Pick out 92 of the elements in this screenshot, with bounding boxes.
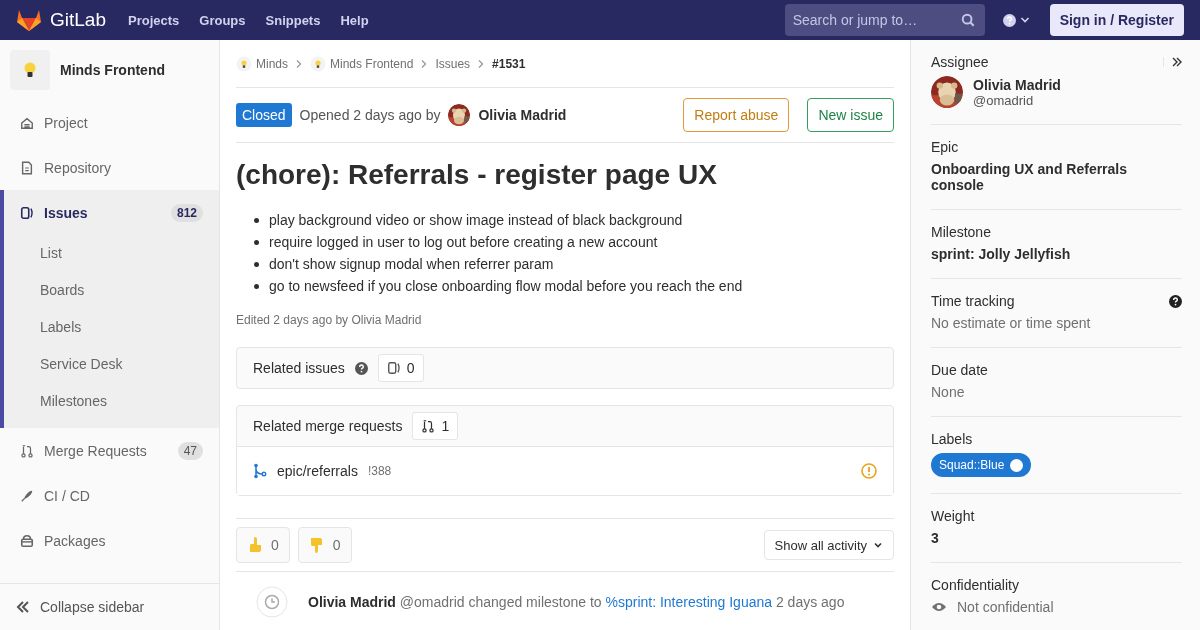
- thumbs-down-icon: [308, 536, 325, 554]
- sign-in-button[interactable]: Sign in / Register: [1049, 4, 1184, 36]
- status-badge: Closed: [236, 103, 292, 127]
- bullet-icon: [254, 217, 259, 223]
- sidebar-item[interactable]: Packages: [0, 518, 219, 563]
- panel-title: Related issues: [253, 360, 345, 376]
- opened-text: Opened 2 days ago by: [299, 107, 441, 123]
- chevron-right-icon: [296, 59, 302, 68]
- chevron-down-icon: [873, 540, 883, 550]
- merge-request-ref: !388: [367, 464, 393, 478]
- description-item: require logged in user to log out before creating a new account: [269, 234, 658, 250]
- sidebar-subitem[interactable]: Labels: [4, 309, 219, 346]
- eye-icon: [931, 601, 947, 613]
- section-title: Weight: [931, 508, 975, 524]
- section-title: Time tracking: [931, 293, 1015, 309]
- bullet-icon: [254, 283, 259, 289]
- count-badge: 0: [377, 354, 424, 382]
- section-title: Confidentiality: [931, 577, 1019, 593]
- merge-request-link[interactable]: epic/referrals: [277, 463, 358, 479]
- branch-icon: [253, 463, 267, 479]
- project-name[interactable]: Minds Frontend: [60, 62, 165, 78]
- sidebar-subitem[interactable]: Boards: [4, 272, 219, 309]
- thumbs-down-button[interactable]: 0: [297, 527, 352, 563]
- new-issue-button[interactable]: New issue: [807, 98, 894, 132]
- count-badge: 1: [412, 412, 459, 440]
- home-icon: [20, 115, 34, 130]
- thumbs-up-icon: [247, 536, 263, 554]
- bullet-icon: [254, 261, 259, 267]
- section-title: Assignee: [931, 54, 989, 70]
- section-value: No estimate or time spent: [931, 315, 1092, 331]
- sidebar-item[interactable]: Project: [0, 100, 219, 145]
- breadcrumb[interactable]: Issues: [435, 56, 471, 71]
- section-value: None: [931, 384, 966, 400]
- description-item: don't show signup modal when referrer param: [269, 256, 554, 272]
- chevron-right-icon: [421, 59, 428, 68]
- assignee-handle: @omadrid: [973, 92, 1035, 108]
- lightbulb-icon: [236, 55, 252, 72]
- author-link[interactable]: Olivia Madrid: [478, 107, 567, 123]
- brand-name[interactable]: GitLab: [50, 9, 106, 31]
- bullet-icon: [254, 239, 259, 245]
- activity-filter-dropdown[interactable]: Show all activity: [763, 530, 894, 560]
- chevron-right-icon: [478, 59, 485, 68]
- sidebar-item[interactable]: Repository: [0, 145, 219, 190]
- section-value: sprint: Jolly Jellyfish: [931, 246, 1072, 262]
- milestone-link[interactable]: %sprint: Interesting Iguana: [605, 594, 773, 610]
- double-chevron-left-icon: [16, 601, 30, 613]
- issues-icon: [386, 361, 401, 375]
- sidebar-subitem[interactable]: Service Desk: [4, 346, 219, 383]
- warning-icon: [861, 463, 877, 479]
- merge-request-icon: [20, 443, 34, 458]
- issues-icon: [20, 205, 34, 220]
- lightbulb-icon: [310, 55, 326, 72]
- count-badge: 47: [177, 441, 203, 460]
- section-title: Due date: [931, 362, 988, 378]
- breadcrumb[interactable]: Minds Frontend: [310, 55, 414, 72]
- package-icon: [20, 533, 34, 548]
- nav-link[interactable]: Help: [340, 12, 369, 28]
- sidebar-item[interactable]: CI / CD: [0, 473, 219, 518]
- issue-title: (chore): Referrals - register page UX: [236, 159, 718, 191]
- sidebar-subitem[interactable]: Milestones: [4, 383, 219, 420]
- description-item: go to newsfeed if you close onboarding flow modal before you reach the end: [269, 278, 743, 294]
- clock-icon: [256, 586, 288, 618]
- fox-logo-icon[interactable]: [16, 8, 42, 32]
- section-value: Onboarding UX and Referrals console: [931, 161, 1129, 193]
- breadcrumb[interactable]: Minds: [236, 55, 288, 72]
- document-icon: [20, 160, 34, 175]
- section-title: Epic: [931, 139, 959, 155]
- edited-text: Edited 2 days ago by Olivia Madrid: [236, 313, 423, 327]
- panel-title: Related merge requests: [253, 418, 403, 434]
- double-chevron-right-icon[interactable]: [1172, 57, 1182, 67]
- nav-link[interactable]: Groups: [199, 12, 246, 28]
- section-value: Not confidential: [957, 599, 1054, 615]
- report-abuse-button[interactable]: Report abuse: [683, 98, 790, 132]
- lightbulb-icon: [23, 61, 37, 79]
- sidebar-item[interactable]: Merge Requests 47: [0, 428, 219, 473]
- search-field[interactable]: Search or jump to…: [784, 4, 985, 36]
- nav-link[interactable]: Snippets: [265, 12, 321, 28]
- section-value: 3: [931, 530, 940, 546]
- section-title: Labels: [931, 431, 973, 447]
- merge-request-icon: [421, 419, 436, 433]
- activity-note: Olivia Madrid @omadrid changed milestone to %sprint: Interesting Iguana 2 days ago: [308, 594, 845, 610]
- assignee-name[interactable]: Olivia Madrid: [973, 76, 1061, 93]
- search-icon: [960, 13, 975, 27]
- label-tag[interactable]: Squad::Blue: [931, 453, 1032, 477]
- chevron-down-icon[interactable]: [1019, 15, 1030, 25]
- sidebar-subitem[interactable]: List: [4, 235, 219, 272]
- breadcrumb[interactable]: #1531: [492, 56, 526, 71]
- nav-link[interactable]: Projects: [128, 12, 180, 28]
- thumbs-up-button[interactable]: 0: [236, 527, 290, 563]
- count-badge: 812: [170, 203, 203, 222]
- section-title: Milestone: [931, 224, 991, 240]
- description-item: play background video or show image instead of black background: [269, 212, 683, 228]
